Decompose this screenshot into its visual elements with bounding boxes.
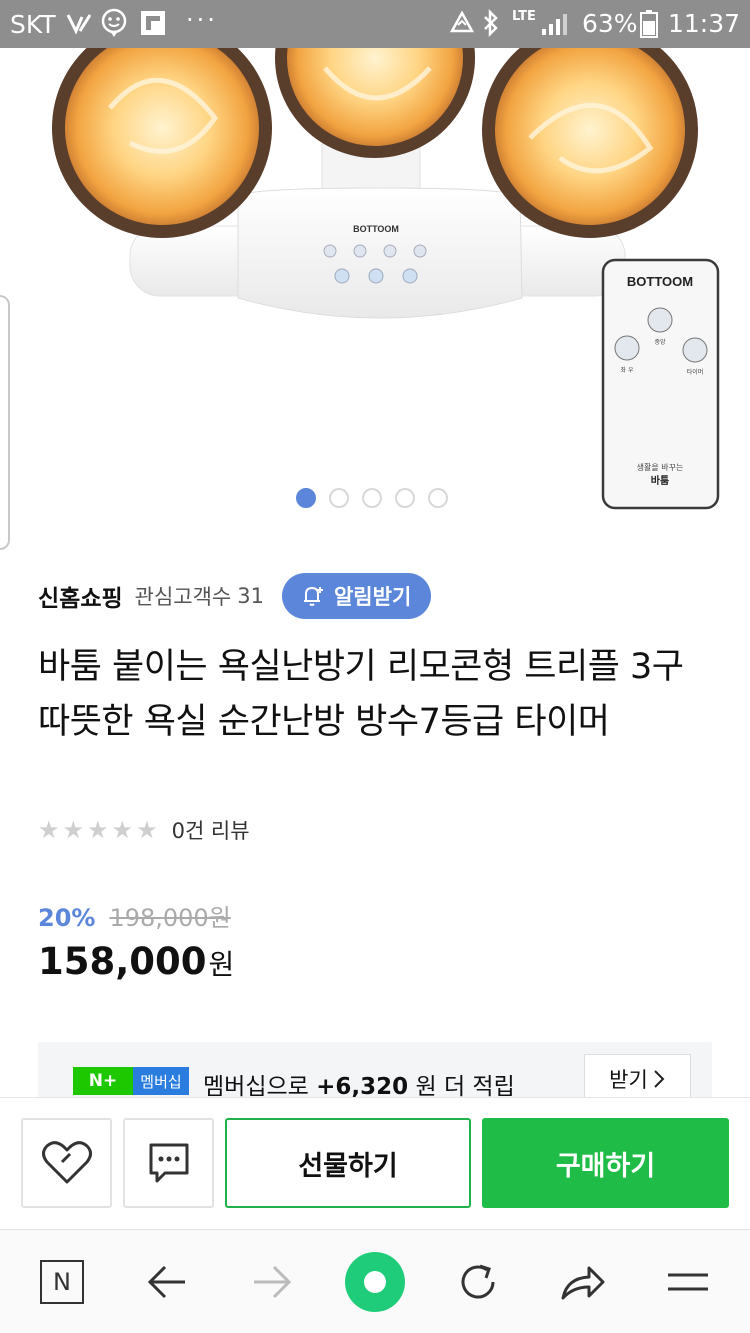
hamburger-menu-icon bbox=[668, 1273, 708, 1291]
remote-right-label: 타이머 bbox=[687, 368, 704, 376]
battery-percent: 63% bbox=[582, 9, 638, 38]
green-dot-icon bbox=[345, 1252, 405, 1312]
arrow-left-icon bbox=[147, 1265, 185, 1299]
remote-center-label: 중앙 bbox=[654, 338, 666, 346]
alarm-subscribe-button[interactable]: 알림받기 bbox=[281, 573, 432, 619]
heater-illustration: BOTTOOM BOTTOOM 중앙 좌 우 타이머 생활을 바꾸는 바툼 bbox=[52, 48, 720, 510]
star-rating: ★ ★ ★ ★ ★ bbox=[38, 816, 158, 844]
remote-left-label: 좌 우 bbox=[621, 366, 634, 374]
flipboard-icon bbox=[140, 10, 166, 42]
badge-np: N+ bbox=[73, 1067, 133, 1095]
forward-button[interactable] bbox=[222, 1230, 322, 1333]
recycle-icon bbox=[448, 10, 476, 43]
device-brand-label: BOTTOOM bbox=[353, 224, 399, 234]
seller-name[interactable]: 신홈쇼핑 bbox=[38, 579, 123, 613]
star-icon: ★ bbox=[111, 816, 134, 844]
alarm-label: 알림받기 bbox=[333, 585, 412, 609]
sale-price-value: 158,000 bbox=[38, 940, 207, 983]
carousel-dot[interactable] bbox=[362, 488, 382, 508]
share-button[interactable] bbox=[533, 1230, 633, 1333]
remote-brand-label: BOTTOOM bbox=[627, 274, 693, 289]
rating-row[interactable]: ★ ★ ★ ★ ★ 0건 리뷰 bbox=[38, 815, 250, 845]
star-icon: ★ bbox=[87, 816, 109, 844]
side-drawer-handle[interactable] bbox=[0, 295, 10, 550]
follower-label: 관심고객수 bbox=[134, 585, 232, 609]
discount-rate: 20% bbox=[38, 904, 96, 932]
follower-count: 31 bbox=[237, 584, 264, 608]
carousel-dot[interactable] bbox=[329, 488, 349, 508]
network-type-label: LTE bbox=[512, 9, 536, 24]
star-icon: ★ bbox=[38, 816, 60, 844]
refresh-icon bbox=[461, 1264, 495, 1299]
chat-bubble-icon bbox=[149, 1143, 188, 1183]
star-icon: ★ bbox=[62, 816, 85, 844]
menu-button[interactable] bbox=[638, 1230, 738, 1333]
naver-plus-membership-badge: N+ 멤버십 bbox=[73, 1067, 189, 1095]
gift-button[interactable]: 선물하기 bbox=[225, 1118, 471, 1208]
buy-button[interactable]: 구매하기 bbox=[482, 1118, 729, 1208]
original-price: 198,000원 bbox=[109, 904, 231, 932]
sale-price-unit: 원 bbox=[208, 948, 235, 981]
receive-button[interactable]: 받기 bbox=[584, 1054, 691, 1102]
back-button[interactable] bbox=[117, 1230, 217, 1333]
carousel-indicator bbox=[296, 488, 448, 508]
refresh-button[interactable] bbox=[428, 1230, 528, 1333]
naver-home-icon: N bbox=[40, 1260, 84, 1304]
product-title: 바툼 붙이는 욕실난방기 리모콘형 트리플 3구 따뜻한 욕실 순간난방 방수7… bbox=[38, 647, 684, 742]
receive-label: 받기 bbox=[609, 1067, 648, 1092]
membership-text: 멤버십으로 +6,320 원 더 적립 bbox=[203, 1067, 515, 1101]
clock: 11:37 bbox=[668, 9, 741, 38]
share-arrow-icon bbox=[561, 1266, 605, 1300]
purchase-action-bar: 선물하기 구매하기 bbox=[0, 1097, 750, 1228]
carousel-dot[interactable] bbox=[428, 488, 448, 508]
discount-row: 20% 198,000원 bbox=[38, 898, 231, 933]
remote-caption-2: 바툼 bbox=[651, 474, 669, 487]
review-count[interactable]: 0건 리뷰 bbox=[172, 815, 250, 845]
bell-plus-icon bbox=[303, 586, 323, 606]
badge-membership: 멤버십 bbox=[133, 1067, 189, 1095]
bluetooth-icon bbox=[482, 8, 500, 43]
more-notifications-icon: ··· bbox=[186, 6, 218, 34]
wishlist-button[interactable] bbox=[21, 1118, 112, 1208]
arrow-right-icon bbox=[254, 1265, 292, 1299]
seller-row: 신홈쇼핑 관심고객수 31 알림받기 bbox=[38, 573, 432, 619]
carousel-dot[interactable] bbox=[296, 488, 316, 508]
signal-strike-icon bbox=[66, 11, 92, 41]
naver-home-button[interactable]: N bbox=[12, 1230, 112, 1333]
carrier-label: SKT bbox=[10, 10, 56, 39]
heart-icon bbox=[41, 1141, 92, 1184]
talk-button[interactable] bbox=[123, 1118, 214, 1208]
battery-icon bbox=[640, 10, 658, 44]
chevron-right-icon bbox=[654, 1069, 665, 1088]
green-dot-button[interactable] bbox=[325, 1230, 425, 1333]
status-bar: SKT ··· LTE 63% 11:37 bbox=[0, 0, 750, 48]
signal-bars-icon bbox=[540, 11, 574, 43]
browser-navigation-bar: N bbox=[0, 1229, 750, 1333]
location-face-icon bbox=[100, 8, 128, 44]
remote-caption-1: 생활을 바꾸는 bbox=[637, 462, 684, 472]
carousel-dot[interactable] bbox=[395, 488, 415, 508]
star-icon: ★ bbox=[136, 816, 158, 844]
sale-price: 158,000원 bbox=[38, 940, 234, 983]
membership-banner: N+ 멤버십 멤버십으로 +6,320 원 더 적립 받기 bbox=[38, 1042, 712, 1102]
product-image[interactable]: BOTTOOM BOTTOOM 중앙 좌 우 타이머 생활을 바꾸는 바툼 bbox=[0, 48, 750, 528]
